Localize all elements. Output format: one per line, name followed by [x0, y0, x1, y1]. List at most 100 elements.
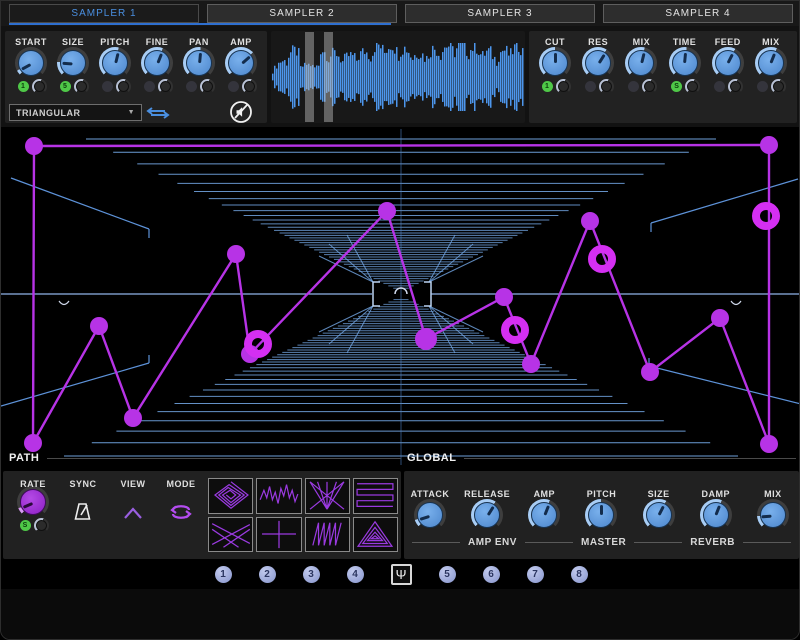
mod-badge[interactable] — [101, 80, 113, 92]
mod-badge[interactable]: 1 — [541, 80, 553, 92]
knob-label: SIZE — [647, 489, 670, 499]
mod-badge[interactable] — [627, 80, 639, 92]
divider — [47, 457, 401, 459]
start-knob[interactable] — [15, 47, 47, 79]
active-tab-underline — [9, 23, 391, 25]
feed-knob[interactable] — [711, 47, 744, 79]
mix-knob[interactable] — [756, 499, 789, 531]
mini-knob[interactable] — [641, 78, 657, 94]
path-preset-thumbnail-nested-triangles[interactable] — [352, 516, 398, 552]
path-preset-thumbnail-butterfly[interactable] — [304, 478, 350, 514]
path-preset-thumbnail-cross-weave[interactable] — [208, 516, 254, 552]
pan-knob[interactable] — [183, 47, 215, 79]
mini-knob[interactable] — [685, 78, 701, 94]
pad-button-6[interactable]: 6 — [482, 565, 500, 583]
knob-mini-row: 1 — [17, 78, 47, 94]
knob-body — [759, 502, 786, 528]
mini-knob[interactable] — [241, 78, 257, 94]
pad-button-5[interactable]: 5 — [438, 565, 456, 583]
tab-sampler-1[interactable]: SAMPLER 1 — [9, 4, 199, 23]
pad-button-7[interactable]: 7 — [526, 565, 544, 583]
knob-body — [20, 489, 46, 515]
group-label-master: MASTER — [580, 537, 627, 548]
mini-knob[interactable] — [598, 78, 614, 94]
tab-sampler-4[interactable]: SAMPLER 4 — [603, 4, 793, 23]
damp-knob[interactable] — [699, 499, 732, 531]
mod-badge[interactable] — [714, 80, 726, 92]
knob-column-mix: MIX — [751, 31, 791, 94]
mod-badge[interactable]: 1 — [17, 80, 29, 92]
divider — [524, 542, 573, 543]
knob-body — [474, 502, 501, 528]
knob-mini-row: S — [19, 517, 49, 533]
metronome-icon[interactable] — [72, 501, 94, 523]
mini-knob[interactable] — [31, 78, 47, 94]
mod-badge[interactable] — [584, 80, 596, 92]
mini-knob[interactable] — [199, 78, 215, 94]
shape-dropdown[interactable]: TRIANGULAR ▼ — [9, 104, 142, 121]
mini-knob[interactable] — [33, 517, 49, 533]
tab-sampler-3[interactable]: SAMPLER 3 — [405, 4, 595, 23]
path-preset-thumbnail-zigzag-wave[interactable] — [256, 478, 302, 514]
mod-badge[interactable] — [185, 80, 197, 92]
path-visualizer[interactable]: PATH GLOBAL — [1, 127, 799, 468]
path-preset-thumbnail-spiral-diamond[interactable] — [208, 478, 254, 514]
mini-knob[interactable] — [555, 78, 571, 94]
divider — [464, 457, 796, 459]
view-mode-icon[interactable] — [121, 504, 145, 522]
fine-knob[interactable] — [141, 47, 173, 79]
chevron-down-icon: ▼ — [127, 109, 135, 116]
amp-knob[interactable] — [225, 47, 257, 79]
path-preset-thumbnail-horizontal-scan[interactable] — [352, 478, 398, 514]
mini-knob-body — [243, 80, 255, 92]
mini-knob[interactable] — [771, 78, 787, 94]
pad-button-8[interactable]: 8 — [570, 565, 588, 583]
mix-knob[interactable] — [754, 47, 787, 79]
mod-badge[interactable] — [227, 80, 239, 92]
psi-button[interactable]: Ψ — [390, 563, 412, 585]
cut-knob[interactable] — [539, 47, 571, 79]
mini-knob[interactable] — [115, 78, 131, 94]
knob-mini-row — [757, 78, 787, 94]
mute-button[interactable] — [229, 100, 253, 124]
waveform-display[interactable] — [272, 32, 524, 122]
path-preset-thumbnail-axis-cross[interactable] — [256, 516, 302, 552]
knob-body — [60, 50, 86, 76]
loop-mode-icon[interactable] — [168, 502, 194, 522]
attack-knob[interactable] — [414, 499, 446, 531]
mini-knob-body — [600, 80, 612, 92]
pitch-knob[interactable] — [585, 499, 618, 531]
pad-button-3[interactable]: 3 — [302, 565, 320, 583]
size-knob[interactable] — [642, 499, 675, 531]
group-label-amp-env: AMP ENV — [468, 537, 517, 548]
mod-badge[interactable]: S — [671, 80, 683, 92]
mix-knob[interactable] — [625, 47, 658, 79]
mod-badge[interactable]: 5 — [59, 80, 71, 92]
res-knob[interactable] — [582, 47, 615, 79]
amp-knob[interactable] — [528, 499, 561, 531]
knob-pointer — [543, 505, 550, 516]
knob-pointer — [640, 52, 646, 64]
knob-pointer — [22, 502, 33, 509]
pad-button-2[interactable]: 2 — [258, 565, 276, 583]
swap-icon[interactable] — [145, 102, 171, 122]
rate-knob[interactable] — [17, 486, 49, 518]
pad-button-1[interactable]: 1 — [214, 565, 232, 583]
size-knob[interactable] — [57, 47, 89, 79]
mini-knob[interactable] — [157, 78, 173, 94]
mod-badge[interactable] — [757, 80, 769, 92]
path-preset-thumbnail-vertical-zigzag[interactable] — [304, 516, 350, 552]
knob-body — [102, 50, 128, 76]
knob-pointer — [599, 505, 603, 515]
pitch-knob[interactable] — [99, 47, 131, 79]
knob-label: CUT — [545, 37, 565, 47]
mod-badge[interactable] — [143, 80, 155, 92]
release-knob[interactable] — [471, 499, 504, 531]
pad-button-4[interactable]: 4 — [346, 565, 364, 583]
time-knob[interactable] — [668, 47, 701, 79]
knob-pointer — [240, 55, 251, 65]
mini-knob[interactable] — [73, 78, 89, 94]
mini-knob[interactable] — [728, 78, 744, 94]
tab-sampler-2[interactable]: SAMPLER 2 — [207, 4, 397, 23]
mod-badge[interactable]: S — [19, 519, 31, 531]
